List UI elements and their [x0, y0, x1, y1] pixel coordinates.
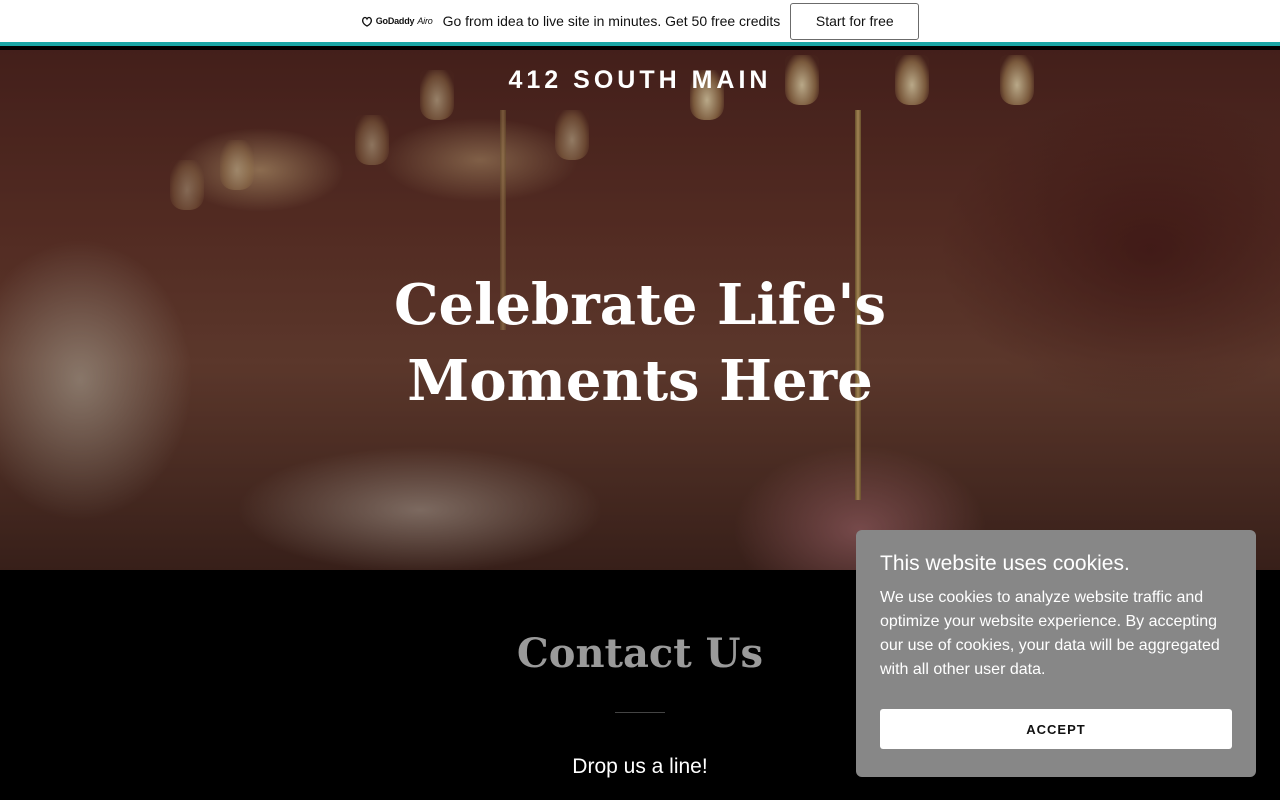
- cookie-title: This website uses cookies.: [880, 552, 1130, 575]
- section-divider: [615, 712, 665, 713]
- cookie-text: We use cookies to analyze website traffi…: [880, 589, 1220, 678]
- hero-title: Celebrate Life's Moments Here: [393, 272, 887, 414]
- promo-text: Go from idea to live site in minutes. Ge…: [442, 13, 781, 29]
- promo-banner: GoDaddy Airo Go from idea to live site i…: [0, 0, 1280, 46]
- site-name[interactable]: 412 SOUTH MAIN: [0, 66, 1280, 95]
- hero-section: 412 SOUTH MAIN Celebrate Life's Moments …: [0, 50, 1280, 570]
- start-for-free-button[interactable]: Start for free: [790, 2, 920, 40]
- cookie-banner: This website uses cookies. We use cookie…: [856, 530, 1256, 777]
- accept-cookies-button[interactable]: ACCEPT: [880, 709, 1232, 749]
- logo-product: Airo: [417, 16, 433, 26]
- godaddy-airo-logo: GoDaddy Airo: [361, 16, 433, 27]
- godaddy-icon: [361, 16, 372, 27]
- logo-brand: GoDaddy: [375, 16, 415, 26]
